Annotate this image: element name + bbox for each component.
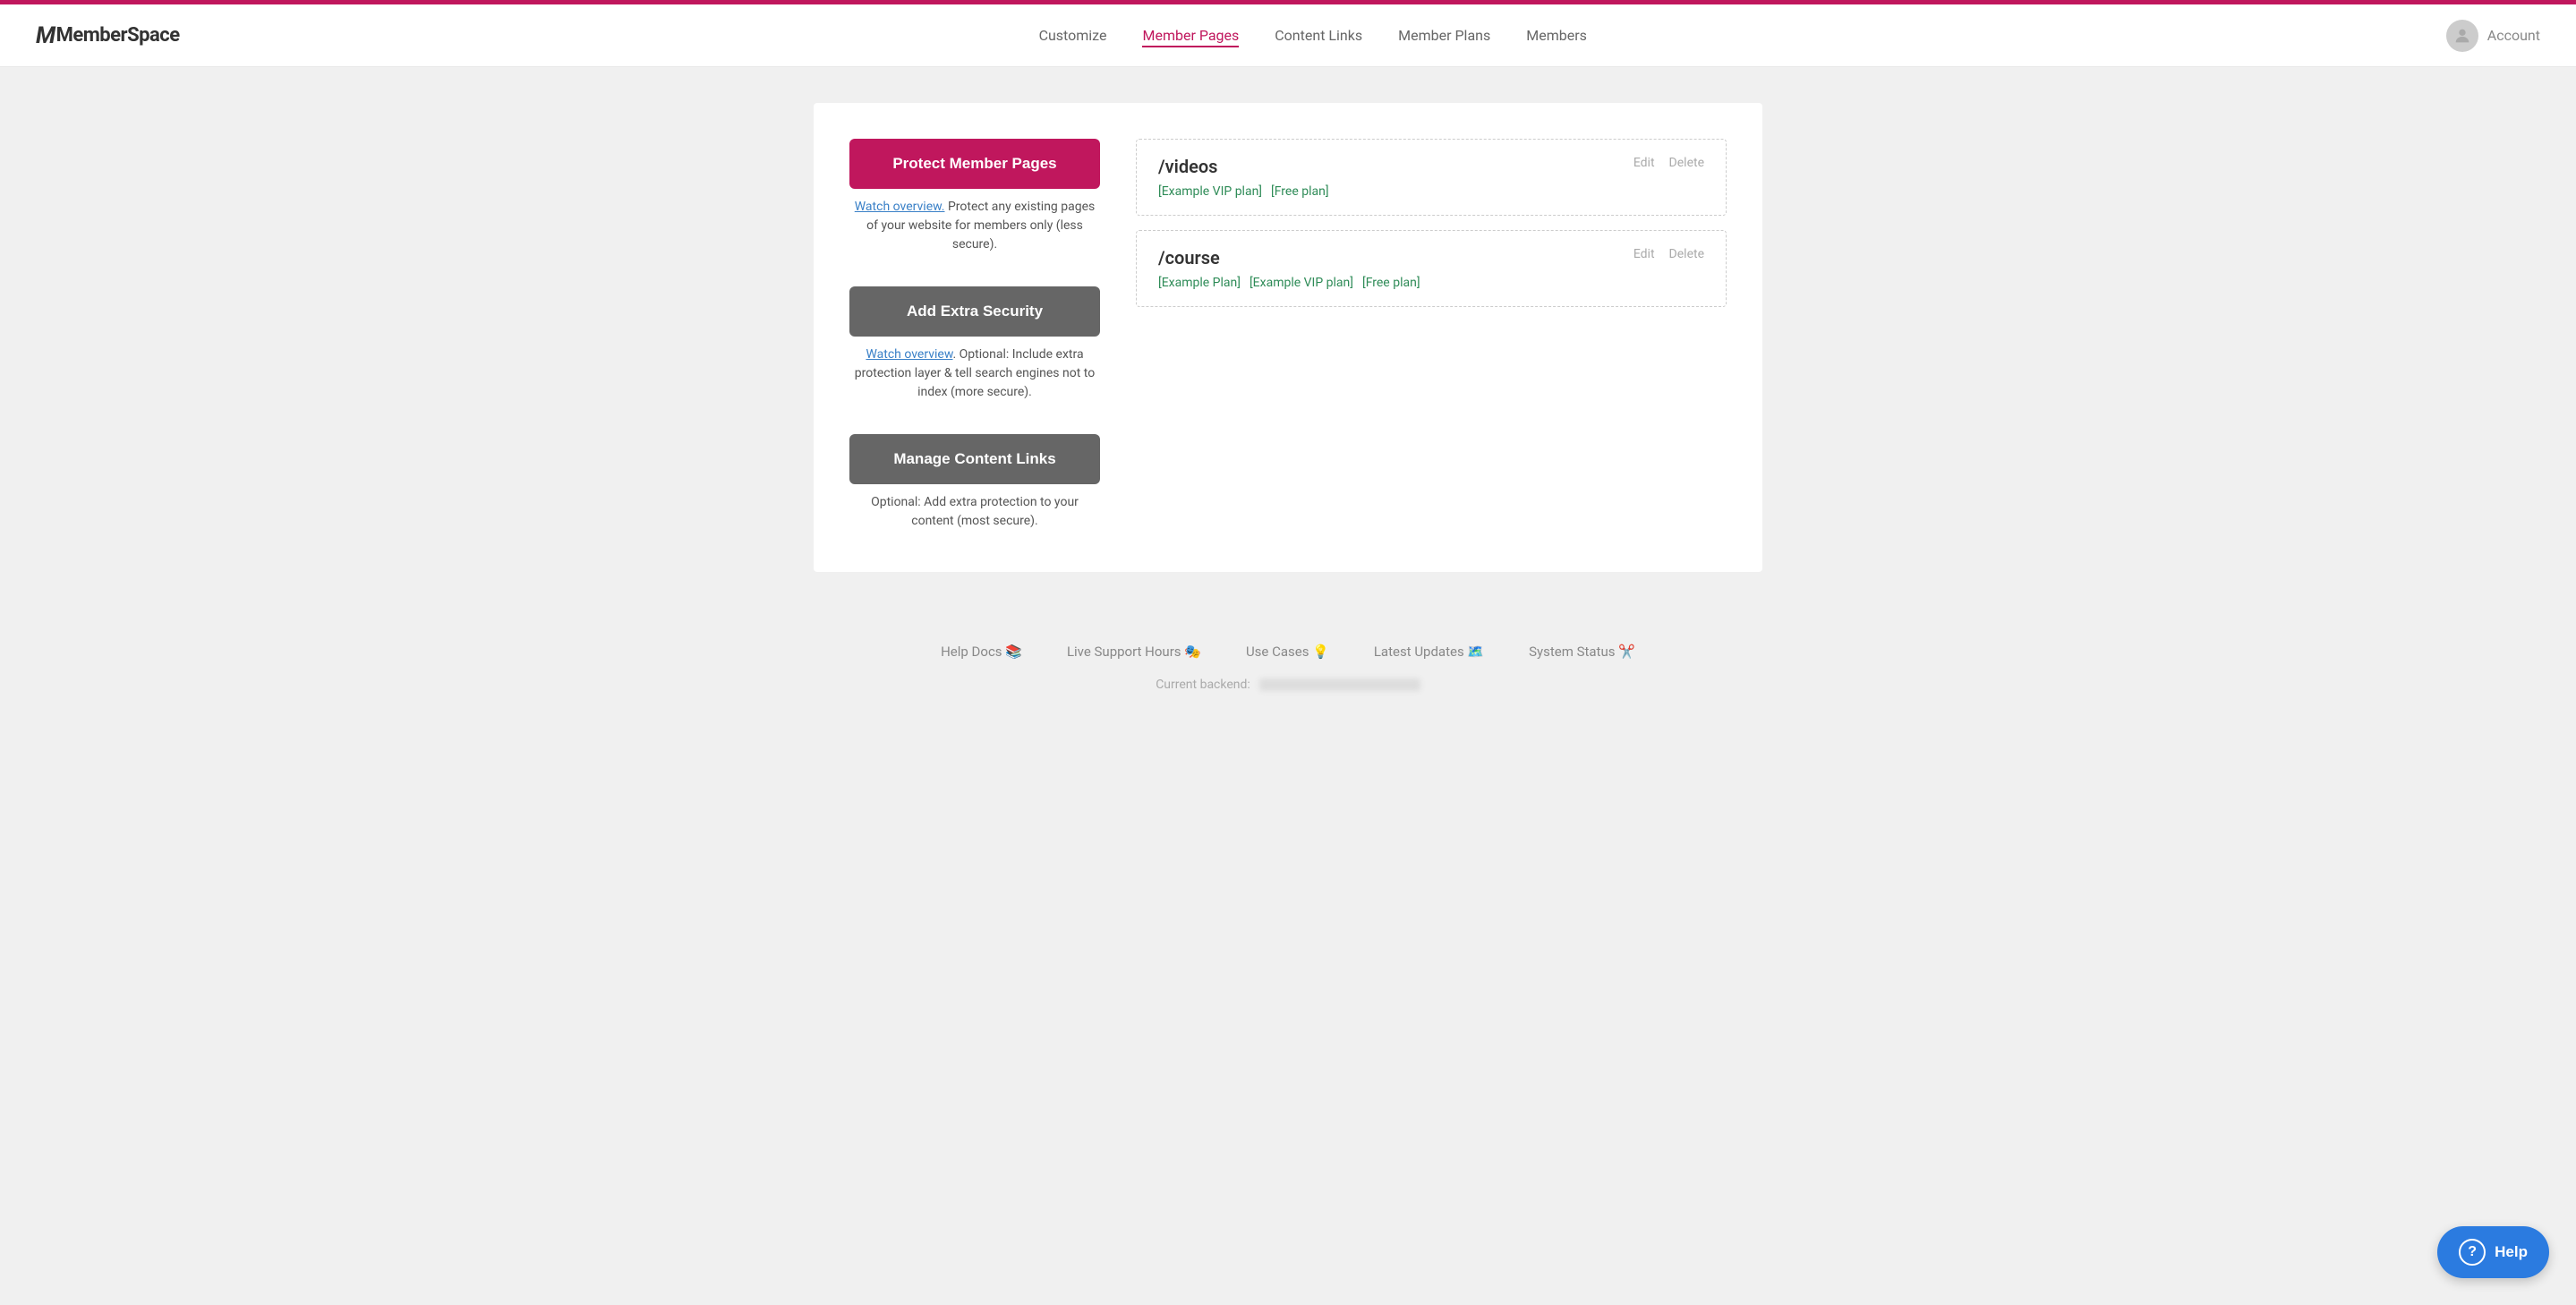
help-button[interactable]: ? Help <box>2437 1226 2549 1278</box>
nav-item-content-links[interactable]: Content Links <box>1275 27 1362 44</box>
add-extra-security-button[interactable]: Add Extra Security <box>849 286 1100 337</box>
watch-overview-link-2[interactable]: Watch overview <box>866 347 952 362</box>
page-item-header: /videos [Example VIP plan] [Free plan] Edit… <box>1158 156 1704 199</box>
left-sidebar: Protect Member Pages Watch overview. Pro… <box>849 139 1100 536</box>
page-path: /videos <box>1158 156 1329 177</box>
page-tags: [Example Plan] [Example VIP plan] [Free pl… <box>1158 276 1420 290</box>
account-avatar-icon <box>2446 20 2478 52</box>
account-menu[interactable]: Account <box>2446 20 2540 52</box>
content-area: /videos [Example VIP plan] [Free plan] Edit… <box>1136 139 1727 536</box>
protect-member-pages-button[interactable]: Protect Member Pages <box>849 139 1100 189</box>
logo-text: MemberSpace <box>56 24 180 47</box>
plan-tag: [Example Plan] <box>1158 276 1241 290</box>
manage-content-links-desc: Optional: Add extra protection to your c… <box>849 493 1100 531</box>
account-label: Account <box>2487 27 2540 44</box>
footer-link-help-docs[interactable]: Help Docs 📚 <box>941 644 1022 660</box>
page-actions: Edit Delete <box>1633 247 1704 261</box>
add-extra-security-desc: Watch overview. Optional: Include extra … <box>849 345 1100 402</box>
footer-links: Help Docs 📚 Live Support Hours 🎭 Use Cases… <box>18 644 2558 660</box>
footer-link-live-support-hours[interactable]: Live Support Hours 🎭 <box>1067 644 1201 660</box>
nav-item-member-pages[interactable]: Member Pages <box>1142 27 1239 44</box>
help-circle-icon: ? <box>2459 1239 2486 1266</box>
most-secure-label: (most secure) <box>957 514 1035 528</box>
nav-link-customize[interactable]: Customize <box>1039 27 1107 44</box>
main-nav: Customize Member Pages Content Links Mem… <box>1039 27 1587 44</box>
logo: MMemberSpace <box>36 22 180 49</box>
edit-link[interactable]: Edit <box>1633 247 1655 261</box>
footer-link-use-cases[interactable]: Use Cases 💡 <box>1246 644 1329 660</box>
nav-item-member-plans[interactable]: Member Plans <box>1398 27 1490 44</box>
delete-link[interactable]: Delete <box>1669 156 1704 170</box>
backend-label: Current backend: <box>1156 678 1250 692</box>
protect-member-pages-desc: Watch overview. Protect any existing pag… <box>849 198 1100 254</box>
page-item: /course[Example Plan][Example VIP plan][… <box>1136 230 1727 307</box>
footer: Help Docs 📚 Live Support Hours 🎭 Use Cases… <box>0 608 2576 710</box>
watch-overview-link-1[interactable]: Watch overview. <box>855 200 945 214</box>
logo-m: M <box>36 22 55 49</box>
help-label: Help <box>2495 1243 2528 1261</box>
nav-link-members[interactable]: Members <box>1526 27 1587 44</box>
footer-link-latest-updates[interactable]: Latest Updates 🗺️ <box>1374 644 1484 660</box>
nav-links: Customize Member Pages Content Links Mem… <box>1039 27 1587 44</box>
plan-tag: [Free plan] <box>1271 184 1329 199</box>
plan-tag: [Free plan] <box>1362 276 1420 290</box>
nav-link-member-pages[interactable]: Member Pages <box>1142 27 1239 47</box>
plan-tag: [Example VIP plan] <box>1158 184 1262 199</box>
plan-tag: [Example VIP plan] <box>1250 276 1353 290</box>
more-secure-label: (more secure) <box>951 385 1028 399</box>
header: MMemberSpace Customize Member Pages Cont… <box>0 4 2576 67</box>
nav-item-customize[interactable]: Customize <box>1039 27 1107 44</box>
edit-link[interactable]: Edit <box>1633 156 1655 170</box>
delete-link[interactable]: Delete <box>1669 247 1704 261</box>
nav-link-member-plans[interactable]: Member Plans <box>1398 27 1490 44</box>
footer-backend: Current backend: <box>18 678 2558 692</box>
page-tags: [Example VIP plan] [Free plan] <box>1158 184 1329 199</box>
page-item-header: /course[Example Plan][Example VIP plan][… <box>1158 247 1704 290</box>
main-content: Protect Member Pages Watch overview. Pro… <box>796 103 1780 572</box>
footer-link-system-status[interactable]: System Status ✂️ <box>1529 644 1635 660</box>
nav-item-members[interactable]: Members <box>1526 27 1587 44</box>
backend-value-blurred <box>1259 678 1420 691</box>
manage-content-links-button[interactable]: Manage Content Links <box>849 434 1100 484</box>
main-card: Protect Member Pages Watch overview. Pro… <box>814 103 1762 572</box>
page-item: /videos [Example VIP plan] [Free plan] Edit… <box>1136 139 1727 216</box>
page-actions: Edit Delete <box>1633 156 1704 170</box>
nav-link-content-links[interactable]: Content Links <box>1275 27 1362 44</box>
page-path: /course <box>1158 247 1420 269</box>
